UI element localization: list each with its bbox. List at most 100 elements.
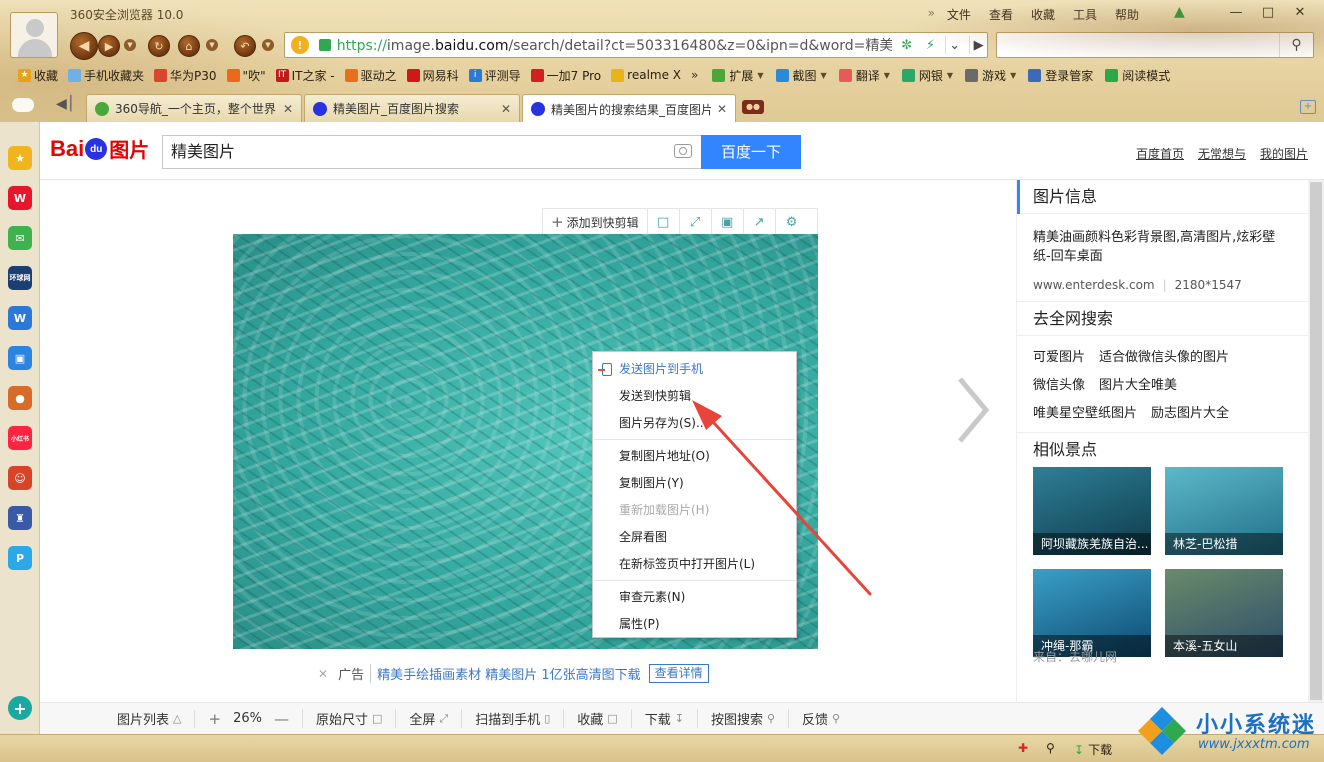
ctx-send-to-phone[interactable]: 发送图片到手机 (593, 356, 796, 383)
forward-arrow-icon[interactable]: ▶ (98, 35, 120, 57)
tool-extensions[interactable]: 扩展 ▼ (712, 67, 764, 84)
hero-icon[interactable]: ☺ (8, 466, 32, 490)
fav-item[interactable]: ★ 收藏 (18, 67, 58, 84)
feedback-button[interactable]: 反馈 ⚲ (788, 709, 853, 728)
search-input[interactable]: 精美图片 (162, 135, 702, 169)
undo-close-icon[interactable]: ↶ (234, 35, 256, 57)
status-download[interactable]: ↧ 下载 (1074, 741, 1112, 758)
image-list-button[interactable]: 图片列表 △ (104, 709, 194, 728)
zoom-in-button[interactable]: + (208, 710, 221, 728)
favorites-more-icon[interactable]: » (691, 68, 698, 82)
castle-icon[interactable]: ♜ (8, 506, 32, 530)
tool-games[interactable]: 游戏 ▼ (965, 67, 1016, 84)
status-pin-icon[interactable]: ⚲ (1046, 741, 1055, 755)
game-icon[interactable]: ● (8, 386, 32, 410)
ad-details-button[interactable]: 查看详情 (648, 664, 709, 683)
close-ad-icon[interactable]: ✕ (318, 667, 328, 681)
next-image-arrow-icon[interactable] (956, 375, 990, 445)
minimize-icon[interactable]: — (1222, 2, 1250, 22)
original-size-button[interactable]: 原始尺寸 □ (301, 709, 395, 728)
status-guard-icon[interactable]: ✚ (1018, 741, 1028, 755)
copy-icon[interactable]: □ (648, 209, 680, 235)
history-dropdown-icon[interactable]: ▼ (124, 39, 136, 51)
fav-item[interactable]: 网易科 (406, 67, 459, 84)
tab-close-icon[interactable]: ✕ (717, 102, 727, 116)
tab-list-icon[interactable]: + (1300, 100, 1316, 114)
news-icon[interactable]: 环球网 (8, 266, 32, 290)
mail-icon[interactable]: ✉ (8, 226, 32, 250)
ctx-copy-image-address[interactable]: 复制图片地址(O) (593, 443, 796, 470)
ad-link[interactable]: 精美手绘插画素材 精美图片 1亿张高清图下载 (377, 664, 641, 683)
ctx-inspect-element[interactable]: 审查元素(N) (593, 584, 796, 611)
related-search-link[interactable]: 适合做微信头像的图片 (1099, 350, 1229, 365)
related-search-link[interactable]: 可爱图片 (1033, 350, 1085, 365)
link-my-images[interactable]: 我的图片 (1260, 145, 1308, 162)
ctx-send-to-clip[interactable]: 发送到快剪辑 (593, 383, 796, 410)
related-search-link[interactable]: 唯美星空壁纸图片 (1033, 406, 1137, 421)
add-icon[interactable]: + (8, 696, 32, 720)
tool-translate[interactable]: 翻译 ▼ (838, 67, 890, 84)
similar-thumb[interactable]: 本溪-五女山 (1165, 569, 1283, 657)
fullscreen-button[interactable]: 全屏 ⤢ (395, 709, 461, 728)
menu-favorites[interactable]: 收藏 (1022, 6, 1064, 23)
address-dropdown-icon[interactable]: ⌄ (945, 36, 963, 54)
similar-thumb[interactable]: 冲绳-那霸 (1033, 569, 1151, 657)
download-button[interactable]: 下载 ↧ (630, 709, 697, 728)
warning-icon[interactable]: ! (291, 36, 309, 54)
add-to-clip-button[interactable]: + 添加到快剪辑 (543, 209, 648, 235)
related-search-link[interactable]: 图片大全唯美 (1099, 378, 1177, 393)
user-avatar[interactable] (10, 12, 58, 58)
fav-item[interactable]: "吹" (226, 67, 266, 84)
collect-button[interactable]: 收藏 □ (563, 709, 630, 728)
menu-tools[interactable]: 工具 (1064, 6, 1106, 23)
fav-item[interactable]: 手机收藏夹 (68, 67, 144, 84)
right-scrollbar[interactable] (1308, 180, 1324, 702)
p-app-icon[interactable]: P (8, 546, 32, 570)
tool-bank[interactable]: 网银 ▼ (901, 67, 953, 84)
xiaohongshu-icon[interactable]: 小红书 (8, 426, 32, 450)
similar-thumb[interactable]: 林芝-巴松措 (1165, 467, 1283, 555)
lock-icon[interactable] (318, 39, 331, 51)
cloud-icon[interactable] (12, 98, 34, 112)
skin-shirt-icon[interactable]: ▲ (1174, 4, 1192, 20)
menu-view[interactable]: 查看 (980, 6, 1022, 23)
image-description[interactable]: 精美油画颜料色彩背景图,高清图片,炫彩壁纸-回车桌面 (1017, 214, 1308, 270)
tab-baidu-images[interactable]: 精美图片_百度图片搜索 ✕ (304, 94, 520, 122)
ctx-properties[interactable]: 属性(P) (593, 611, 796, 638)
link-user[interactable]: 无常想与 (1198, 145, 1246, 162)
tab-close-icon[interactable]: ✕ (501, 102, 511, 116)
tab-close-icon[interactable]: ✕ (283, 102, 293, 116)
menu-file[interactable]: 文件 (938, 6, 980, 23)
ctx-save-image-as[interactable]: 图片另存为(S)... (593, 410, 796, 437)
favorites-star-icon[interactable]: ★ (8, 146, 32, 170)
ctx-copy-image[interactable]: 复制图片(Y) (593, 470, 796, 497)
search-icon[interactable]: ⚲ (1279, 33, 1313, 57)
undo-dropdown-icon[interactable]: ▼ (262, 39, 274, 51)
tab-360-nav[interactable]: 360导航_一个主页，整个世界 ✕ (86, 94, 302, 122)
tab-baidu-results[interactable]: 精美图片的搜索结果_百度图片 ✕ (522, 94, 736, 123)
link-baidu-home[interactable]: 百度首页 (1136, 145, 1184, 162)
ctx-fullscreen-view[interactable]: 全屏看图 (593, 524, 796, 551)
ctx-open-in-new-tab[interactable]: 在新标签页中打开图片(L) (593, 551, 796, 578)
fav-item[interactable]: 华为P30 (154, 67, 217, 84)
similar-thumb[interactable]: 阿坝藏族羌族自治... (1033, 467, 1151, 555)
search-by-image-button[interactable]: 按图搜索 ⚲ (696, 709, 788, 728)
fav-item[interactable]: 驱动之 (344, 67, 397, 84)
back-arrow-icon[interactable]: ◀ (70, 32, 98, 60)
word-icon[interactable]: W (8, 306, 32, 330)
fav-item[interactable]: realme X (611, 68, 681, 82)
message-icon[interactable]: ▣ (8, 346, 32, 370)
fav-item[interactable]: 一加7 Pro (530, 67, 601, 84)
expand-icon[interactable]: ⤢ (680, 209, 712, 235)
image-source-site[interactable]: www.enterdesk.com (1033, 278, 1155, 292)
baidu-logo[interactable]: Bai du 图片 (50, 134, 149, 163)
home-dropdown-icon[interactable]: ▼ (206, 39, 218, 51)
close-icon[interactable]: ✕ (1286, 2, 1314, 22)
scan-to-phone-button[interactable]: 扫描到手机 ▯ (461, 709, 563, 728)
tool-screenshot[interactable]: 截图 ▼ (775, 67, 827, 84)
refresh-icon[interactable]: ↻ (148, 35, 170, 57)
menu-help[interactable]: 帮助 (1106, 6, 1148, 23)
browser-search-input[interactable]: ⚲ (996, 32, 1314, 58)
speed-mode-icon[interactable]: ⚡ (921, 36, 939, 54)
compat-mode-icon[interactable]: ✼ (898, 36, 916, 54)
